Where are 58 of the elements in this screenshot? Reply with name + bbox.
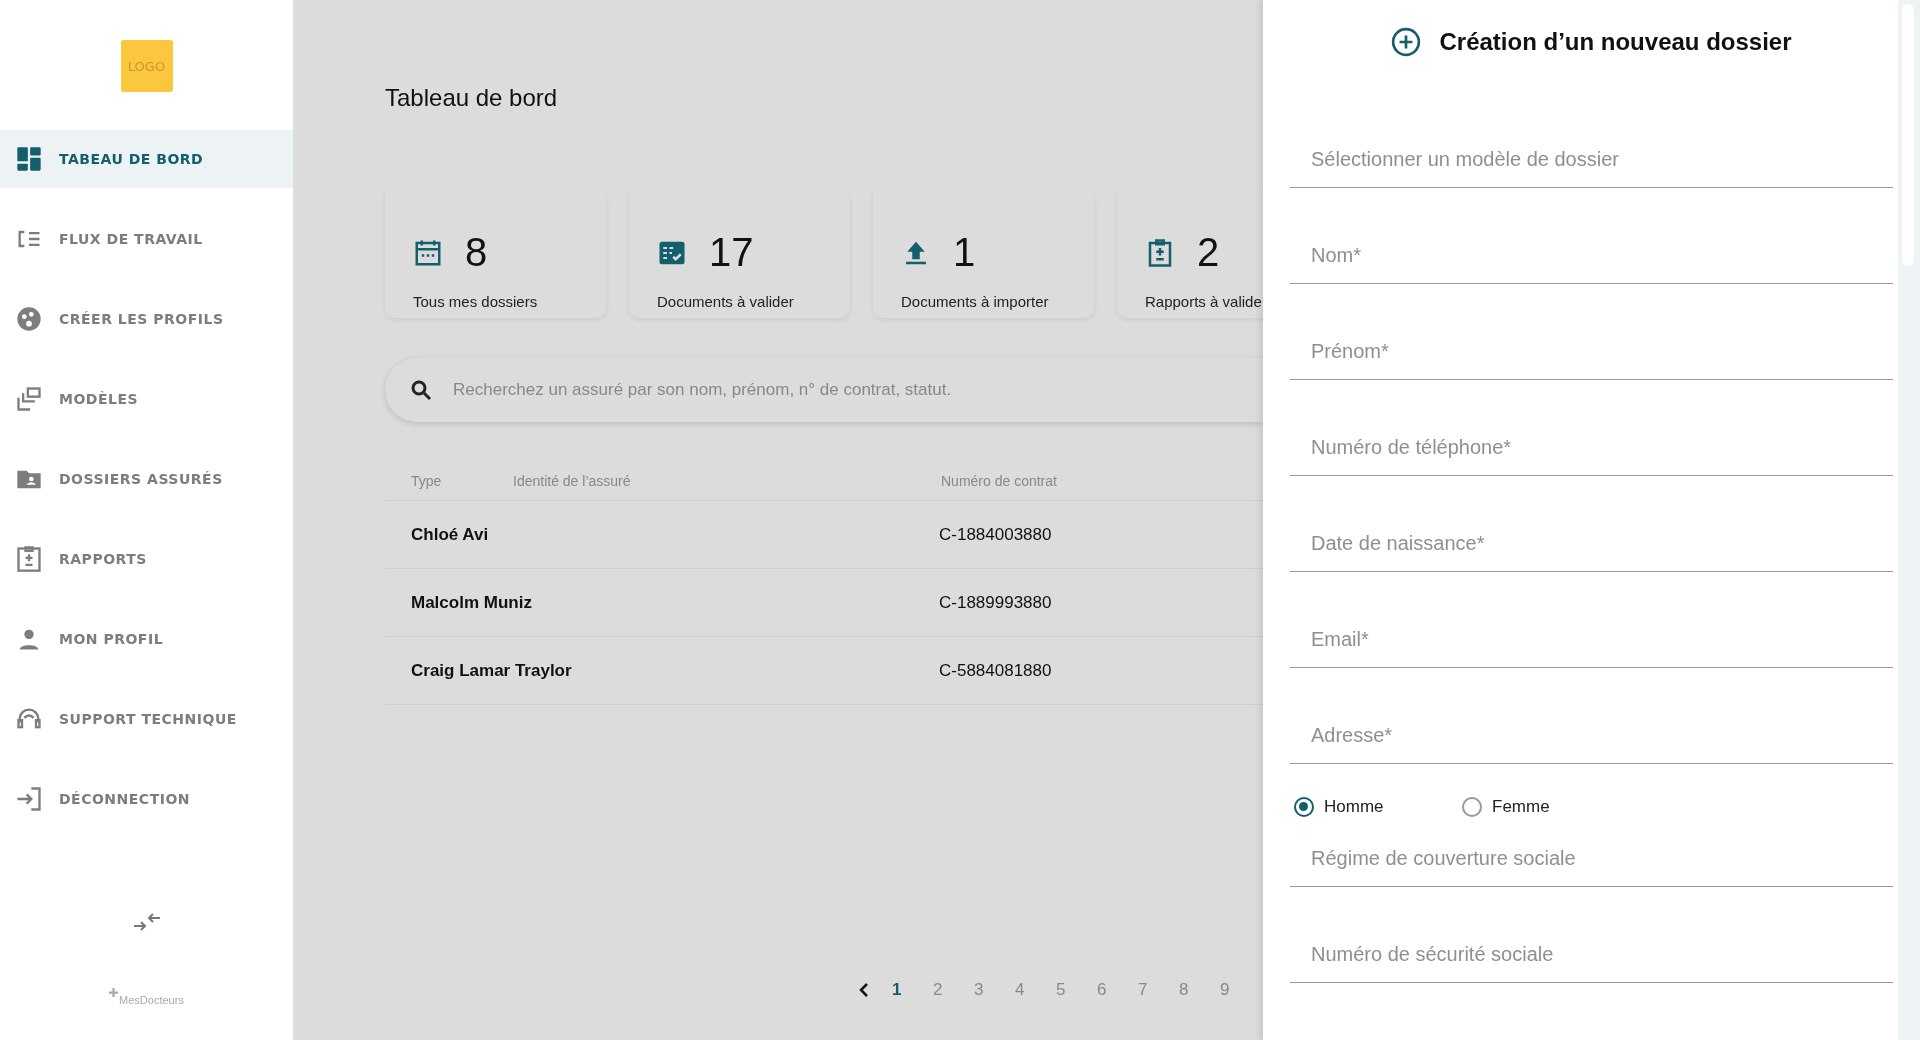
page-link[interactable]: 3 <box>974 980 1015 1000</box>
plus-icon <box>109 988 119 997</box>
stat-card[interactable]: 8 Tous mes dossiers <box>385 190 606 318</box>
radio-label: Femme <box>1492 797 1550 817</box>
nav-item[interactable]: FLUX DE TRAVAIL <box>0 210 293 268</box>
contract-number: C-1884003880 <box>939 524 1052 545</box>
stat-card[interactable]: 1 Documents à importer <box>873 190 1094 318</box>
table-row[interactable]: Craig Lamar Traylor C-5884081880 <box>385 637 1263 705</box>
insured-name: Chloé Avi <box>411 524 490 545</box>
stat-label: Documents à importer <box>901 293 1050 310</box>
dashboard-icon <box>15 145 43 173</box>
column-header: Numéro de contrat <box>941 473 1057 489</box>
nav-item[interactable]: CRÉER LES PROFILS <box>0 290 293 348</box>
nav-item[interactable]: RAPPORTS <box>0 530 293 588</box>
nav-item[interactable]: MODÈLES <box>0 370 293 428</box>
page-link[interactable]: 4 <box>1015 980 1056 1000</box>
insured-name: Malcolm Muniz <box>411 592 533 613</box>
nav-item[interactable]: TABEAU DE BORD <box>0 130 293 188</box>
nav-item[interactable]: SUPPORT TECHNIQUE <box>0 690 293 748</box>
stat-count: 2 <box>1197 230 1220 275</box>
radio-label: Homme <box>1324 797 1384 817</box>
clipboard-icon <box>15 545 43 573</box>
search-icon <box>409 378 433 402</box>
brand-name: MesDocteurs <box>119 994 184 1006</box>
page-link[interactable]: 5 <box>1056 980 1097 1000</box>
search-field[interactable]: Recherchez un assuré par son nom, prénom, n° de contrat, statut. <box>451 379 1263 401</box>
page-link[interactable]: 7 <box>1138 980 1179 1000</box>
add-circle-icon <box>1391 27 1422 57</box>
insured-name: Craig Lamar Traylor <box>411 660 573 681</box>
palette-icon <box>15 305 43 333</box>
nav-item[interactable]: DOSSIERS ASSURÉS <box>0 450 293 508</box>
page-link[interactable]: 8 <box>1179 980 1220 1000</box>
collapse-arrows-icon[interactable] <box>131 912 162 932</box>
stat-label: Documents à valider <box>657 293 795 310</box>
stat-count: 17 <box>709 230 754 275</box>
previous-page-icon[interactable] <box>858 982 870 998</box>
stat-card[interactable]: 17 Documents à valider <box>629 190 850 318</box>
page-link[interactable]: 6 <box>1097 980 1138 1000</box>
stat-label: Tous mes dossiers <box>413 293 539 310</box>
column-header: Type <box>411 473 443 489</box>
page-title: Tableau de bord <box>385 84 559 112</box>
stat-count: 1 <box>953 230 976 275</box>
page-link[interactable]: 1 <box>892 980 933 1000</box>
contract-number: C-1889993880 <box>939 592 1052 613</box>
nav-item[interactable]: DÉCONNECTION <box>0 770 293 828</box>
table-row[interactable]: Chloé Avi C-1884003880 <box>385 501 1263 569</box>
contract-number: C-5884081880 <box>939 660 1052 681</box>
nav-item[interactable]: MON PROFIL <box>0 610 293 668</box>
page-link[interactable]: 2 <box>933 980 974 1000</box>
stat-card[interactable]: 2 Rapports à valide <box>1117 190 1263 318</box>
stat-count: 8 <box>465 230 488 275</box>
stat-label: Rapports à valide <box>1145 293 1263 310</box>
logout-icon <box>15 785 43 813</box>
table-row[interactable]: Malcolm Muniz C-1889993880 <box>385 569 1263 637</box>
page-link[interactable]: 9 <box>1220 980 1261 1000</box>
panel-title: Création d’un nouveau dossier <box>1439 28 1792 56</box>
column-header: Identité de l’assuré <box>513 473 632 489</box>
layers-icon <box>15 385 43 413</box>
